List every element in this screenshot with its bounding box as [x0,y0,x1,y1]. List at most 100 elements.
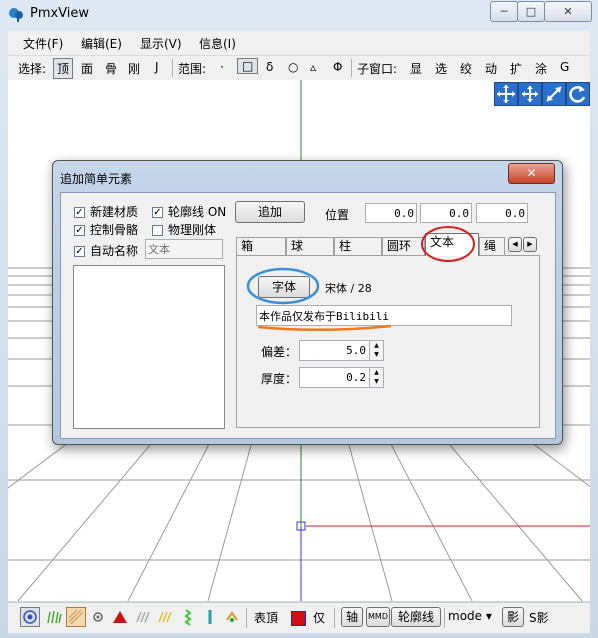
position-y-input[interactable] [420,203,472,223]
shadow-button[interactable]: 影 [502,607,524,627]
offset-spinner[interactable]: ▲ ▼ [370,340,384,361]
add-simple-element-dialog: 追加简单元素 ✕ ✓ 新建材质 ✓ 轮廓线 ON ✓ 控制骨骼 物理刚体 ✓ 自… [52,160,563,445]
menu-view[interactable]: 显示(V) [140,35,182,52]
bottom-divider [444,608,445,628]
auto-name-label: 自动名称 [90,244,139,258]
yellow-hatch-icon[interactable] [156,607,176,627]
add-button[interactable]: 追加 [235,201,305,223]
bottom-bar: 表頂 仅 轴 MMD 轮廓线 mode ▾ 影 S影 [8,602,590,633]
mode-dropdown[interactable]: mode ▾ [448,609,492,623]
offset-label: 偏差： [261,345,298,359]
select-bone[interactable]: 骨 [105,60,117,77]
subwindow-move[interactable]: 动 [485,60,497,77]
select-face[interactable]: 面 [81,60,93,77]
range-triangle[interactable]: ▵ [310,60,316,74]
position-z-input[interactable] [476,203,528,223]
toolbar: 选择: 顶 面 骨 刚 J 范围: · □ δ ○ ▵ Φ 子窗口: 显 选 绞… [8,55,590,80]
tab-cylinder[interactable]: 柱 [334,237,382,255]
range-label: 范围: [178,62,207,76]
point-icon[interactable] [88,607,108,627]
bottom-divider [246,608,247,628]
self-shadow-label[interactable]: S影 [529,609,549,626]
pan-view-icon[interactable] [518,82,542,106]
select-label: 选择: [18,62,47,76]
surface-vertex-label[interactable]: 表頂 [254,609,278,626]
tab-torus[interactable]: 圆环 [382,237,425,255]
dialog-body: ✓ 新建材质 ✓ 轮廓线 ON ✓ 控制骨骼 物理刚体 ✓ 自动名称 追加 位置… [60,192,556,439]
grass-icon[interactable] [44,607,64,627]
offset-input[interactable] [299,340,370,361]
maximize-button[interactable]: □ [517,1,545,22]
range-circle[interactable]: ○ [288,60,298,74]
subwindow-label: 子窗口: [357,62,398,76]
range-point[interactable]: · [220,60,224,74]
element-list-box[interactable] [73,265,225,429]
physics-label: 物理刚体 [168,223,217,237]
main-window: PmxView ─ □ ✕ 文件(F) 编辑(E) 显示(V) 信息(I) 选择… [0,0,598,638]
subwindow-g[interactable]: G [560,60,569,74]
teal-pin-icon[interactable] [200,607,220,627]
move-view-icon[interactable] [494,82,518,106]
range-phi[interactable]: Φ [333,60,342,74]
thickness-spinner[interactable]: ▲ ▼ [370,367,384,388]
select-joint[interactable]: J [155,60,159,74]
menu-info[interactable]: 信息(I) [199,35,236,52]
new-material-checkbox[interactable]: ✓ [74,207,85,218]
control-bone-checkbox[interactable]: ✓ [74,225,85,236]
tab-rope[interactable]: 绳 [479,237,505,255]
only-label[interactable]: 仅 [313,609,325,626]
outline-button[interactable]: 轮廓线 [391,607,441,627]
outline-checkbox[interactable]: ✓ [152,207,163,218]
dialog-title: 追加简单元素 [60,172,133,186]
tab-scroll-left[interactable]: ◀ [508,237,522,252]
red-triangle-icon[interactable] [110,607,130,627]
target-icon[interactable] [20,607,40,627]
green-link-icon[interactable] [178,607,198,627]
gear-multicolor-icon[interactable] [222,607,242,627]
range-delta[interactable]: δ [266,60,273,74]
control-bone-label: 控制骨骼 [90,223,139,237]
position-x-input[interactable] [365,203,417,223]
subwindow-expand[interactable]: 扩 [510,60,522,77]
new-material-label: 新建材质 [90,205,139,219]
mmd-button[interactable]: MMD [366,607,390,627]
title-bar: PmxView ─ □ ✕ [0,0,598,30]
font-info: 宋体 / 28 [325,282,372,295]
physics-checkbox[interactable] [152,225,163,236]
thickness-input[interactable] [299,367,370,388]
range-rect[interactable]: □ [237,58,259,74]
texture-icon[interactable] [66,607,86,627]
axis-button[interactable]: 轴 [341,607,363,627]
font-button[interactable]: 字体 [258,276,310,298]
red-square-icon[interactable] [291,611,306,626]
subwindow-twist[interactable]: 绞 [460,60,472,77]
subwindow-paint[interactable]: 涂 [535,60,547,77]
menu-bar: 文件(F) 编辑(E) 显示(V) 信息(I) [8,31,590,55]
thickness-label: 厚度： [261,372,298,386]
tab-box[interactable]: 箱 [236,237,286,255]
tab-sphere[interactable]: 球 [286,237,334,255]
menu-file[interactable]: 文件(F) [23,35,63,52]
outline-label: 轮廓线 ON [168,205,227,219]
subwindow-display[interactable]: 显 [410,60,422,77]
minimize-button[interactable]: ─ [490,1,518,22]
bottom-divider [334,608,335,628]
tab-scroll-right[interactable]: ▶ [523,237,537,252]
app-title: PmxView [30,6,90,21]
auto-name-checkbox[interactable]: ✓ [74,246,85,257]
toolbar-divider [351,59,352,77]
auto-name-input [145,239,223,259]
hatch-icon[interactable] [134,607,154,627]
select-vertex[interactable]: 顶 [53,58,74,79]
close-button[interactable]: ✕ [544,1,592,22]
position-label: 位置 [325,208,350,222]
subwindow-select[interactable]: 选 [435,60,447,77]
tab-text[interactable]: 文本 [425,233,479,256]
rotate-view-icon[interactable] [566,82,590,106]
text-input[interactable] [256,305,512,326]
zoom-view-icon[interactable] [542,82,566,106]
text-tab-panel: 字体 宋体 / 28 偏差： ▲▼ 厚度： ▲▼ [236,255,540,428]
menu-edit[interactable]: 编辑(E) [81,35,122,52]
dialog-close-button[interactable]: ✕ [508,163,555,184]
select-rigid[interactable]: 刚 [128,60,140,77]
